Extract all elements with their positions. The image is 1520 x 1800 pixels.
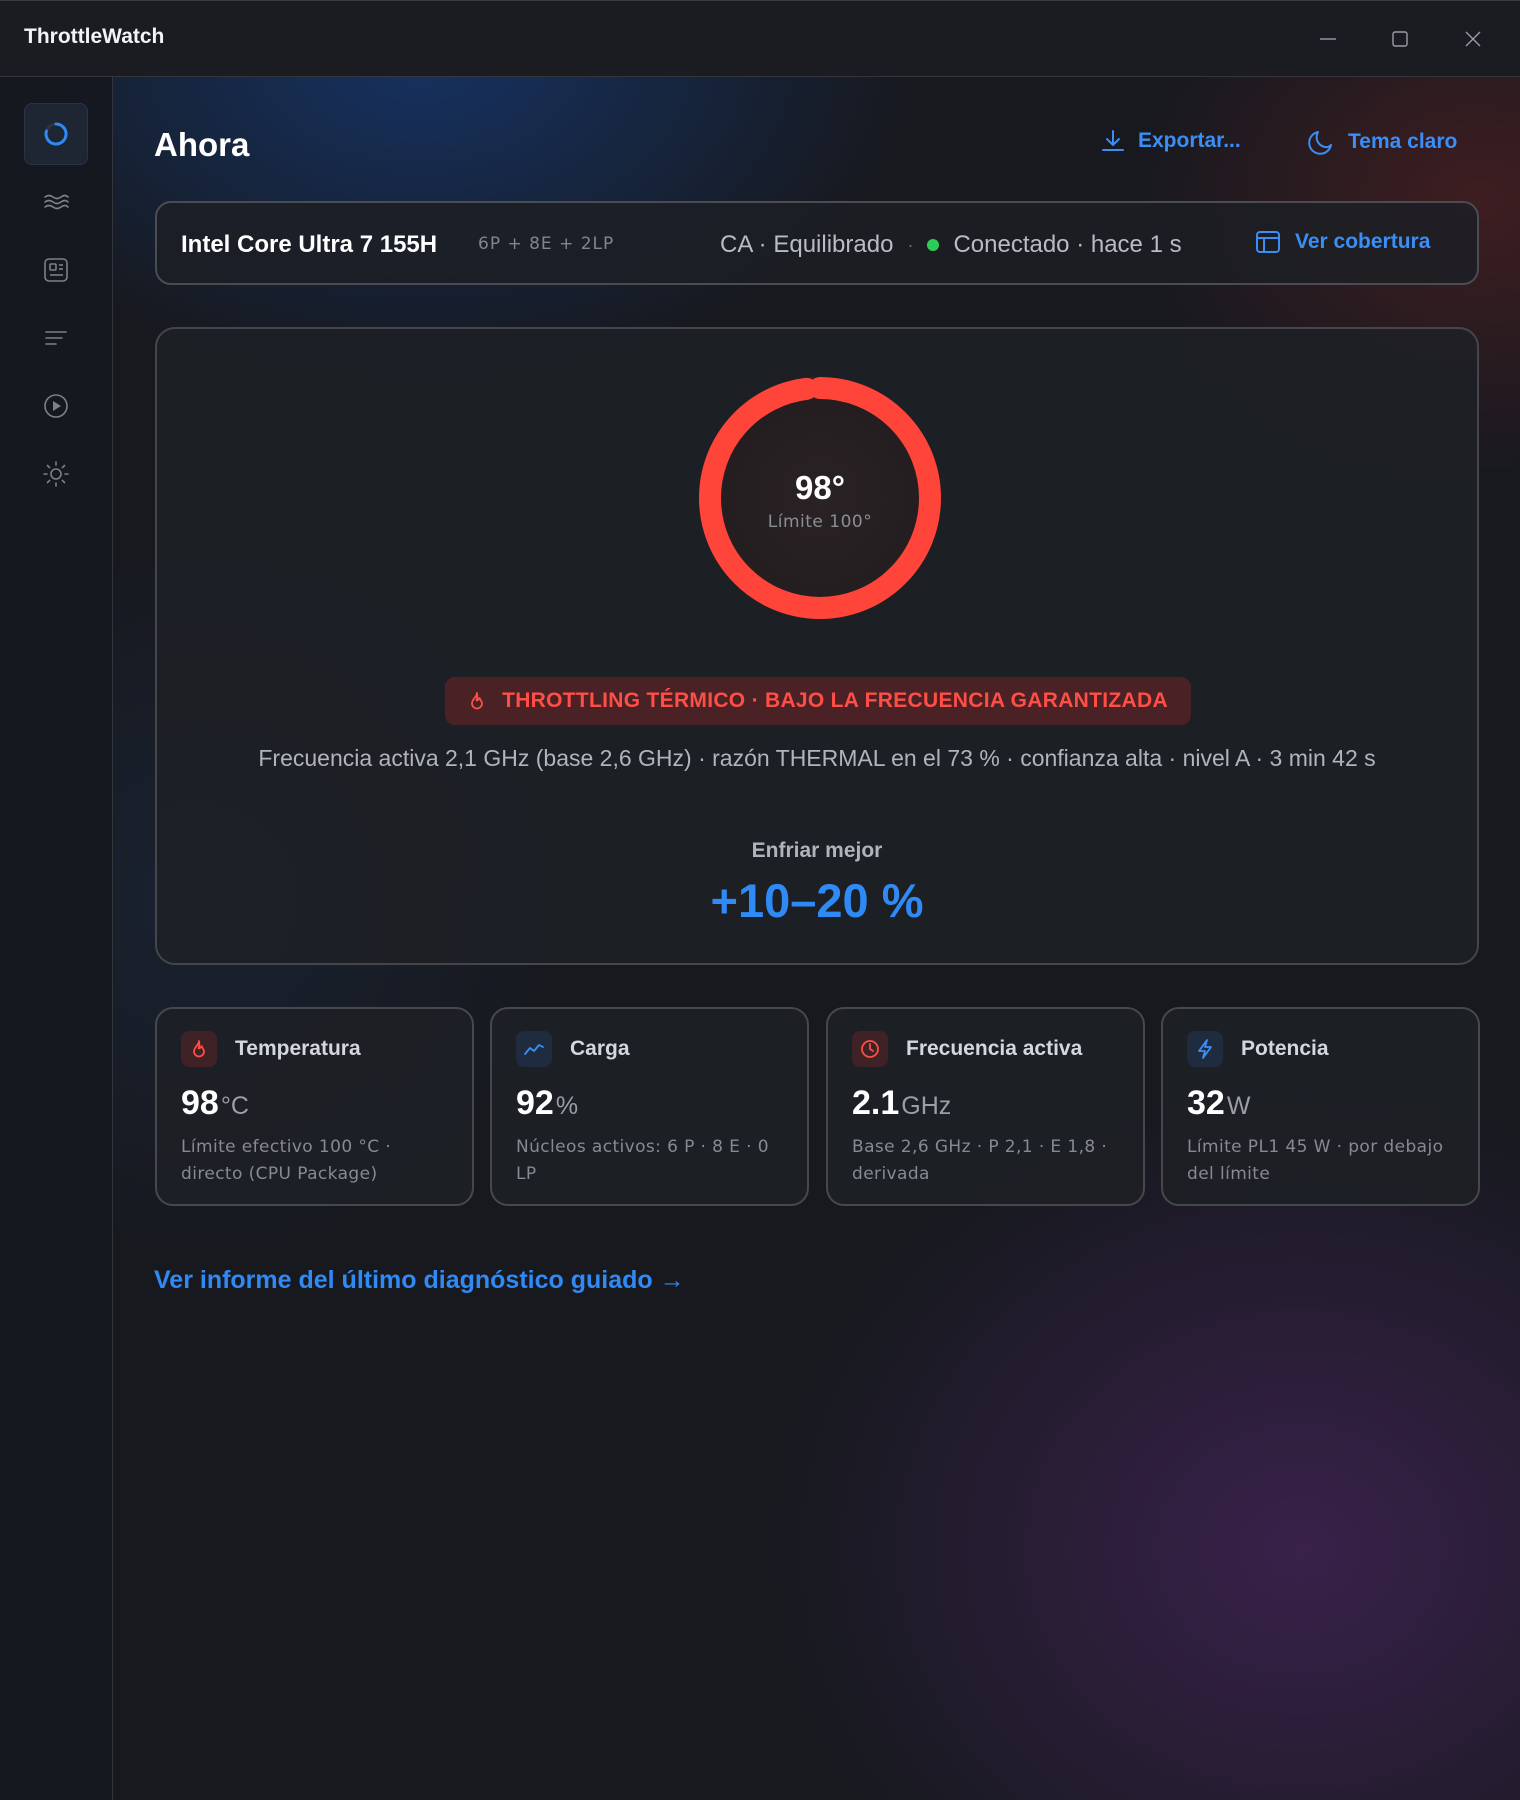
card-title: Carga bbox=[570, 1037, 630, 1060]
list-icon bbox=[45, 331, 67, 345]
activity-ring-icon bbox=[44, 122, 68, 146]
card-value: 98°C bbox=[181, 1084, 249, 1123]
sidebar bbox=[0, 77, 113, 1800]
settings-sun-icon bbox=[43, 461, 69, 487]
app-window: ThrottleWatch Ahora Exportar... Tema cla… bbox=[0, 0, 1520, 1800]
power-profile: CA · Equilibrado bbox=[720, 231, 894, 258]
flame-icon bbox=[471, 692, 483, 710]
close-icon bbox=[1465, 31, 1481, 47]
card-icon-container bbox=[1187, 1031, 1223, 1067]
card-value-number: 2.1 bbox=[852, 1084, 900, 1122]
card-value: 92% bbox=[516, 1084, 578, 1123]
card-title: Temperatura bbox=[235, 1037, 361, 1060]
card-icon-container bbox=[181, 1031, 217, 1067]
app-title: ThrottleWatch bbox=[24, 25, 165, 48]
sidebar-item-dashboard[interactable] bbox=[24, 239, 88, 301]
card-description: Núcleos activos: 6 P · 8 E · 0 LP bbox=[516, 1137, 769, 1184]
theme-toggle-button[interactable]: Tema claro bbox=[1308, 128, 1457, 156]
clock-icon bbox=[861, 1040, 879, 1058]
card-description: Límite efectivo 100 °C · directo (CPU Pa… bbox=[181, 1137, 392, 1184]
temperature-gauge: 98° Límite 100° bbox=[697, 375, 943, 621]
sidebar-item-list[interactable] bbox=[24, 307, 88, 369]
card-title: Potencia bbox=[1241, 1037, 1329, 1060]
sidebar-item-play[interactable] bbox=[24, 375, 88, 437]
last-diagnostic-report-link[interactable]: Ver informe del último diagnóstico guiad… bbox=[154, 1266, 685, 1295]
sidebar-item-settings[interactable] bbox=[24, 443, 88, 505]
card-value: 32W bbox=[1187, 1084, 1250, 1123]
card-description: Base 2,6 GHz · P 2,1 · E 1,8 · derivada bbox=[852, 1137, 1108, 1184]
metric-card-power: Potencia 32W Límite PL1 45 W · por debaj… bbox=[1161, 1007, 1480, 1206]
cpu-name: Intel Core Ultra 7 155H bbox=[181, 231, 438, 258]
trend-icon bbox=[524, 1044, 544, 1055]
metric-card-temperature: Temperatura 98°C Límite efectivo 100 °C … bbox=[155, 1007, 474, 1206]
metric-card-frequency: Frecuencia activa 2.1GHz Base 2,6 GHz · … bbox=[826, 1007, 1145, 1206]
connection-status-dot bbox=[927, 239, 940, 251]
waves-icon bbox=[44, 194, 69, 210]
throttling-detail: Frecuencia activa 2,1 GHz (base 2,6 GHz)… bbox=[258, 745, 1376, 771]
card-value-number: 32 bbox=[1187, 1084, 1225, 1122]
cooling-label: Enfriar mejor bbox=[751, 839, 883, 862]
layout-icon bbox=[1256, 231, 1280, 253]
card-value-number: 92 bbox=[516, 1084, 554, 1122]
card-value: 2.1GHz bbox=[852, 1084, 951, 1123]
title-bar: ThrottleWatch bbox=[0, 0, 1520, 77]
card-icon-container bbox=[852, 1031, 888, 1067]
coverage-label: Ver cobertura bbox=[1295, 230, 1431, 253]
minimize-icon bbox=[1320, 38, 1336, 40]
maximize-icon bbox=[1392, 31, 1408, 47]
connection-status: Conectado · hace 1 s bbox=[953, 231, 1182, 258]
page-title: Ahora bbox=[154, 126, 250, 163]
play-circle-icon bbox=[44, 394, 68, 418]
cpu-cores: 6P + 8E + 2LP bbox=[478, 234, 615, 254]
moon-icon bbox=[1308, 131, 1332, 155]
thermal-status-card: 98° Límite 100° THROTTLING TÉRMICO · BAJ… bbox=[155, 327, 1479, 965]
card-unit: °C bbox=[220, 1092, 249, 1120]
cpu-status: CA · Equilibrado · Conectado · hace 1 s bbox=[720, 231, 1182, 259]
metric-card-load: Carga 92% Núcleos activos: 6 P · 8 E · 0… bbox=[490, 1007, 809, 1206]
flame-icon bbox=[193, 1040, 205, 1058]
cpu-info-bar: Intel Core Ultra 7 155H 6P + 8E + 2LP CA… bbox=[155, 201, 1479, 285]
card-unit: % bbox=[555, 1092, 579, 1120]
card-title: Frecuencia activa bbox=[906, 1037, 1083, 1060]
close-button[interactable] bbox=[1453, 21, 1493, 57]
card-value-number: 98 bbox=[181, 1084, 219, 1122]
gauge-limit: Límite 100° bbox=[767, 512, 873, 532]
bolt-icon bbox=[1198, 1039, 1212, 1059]
throttling-status-text: THROTTLING TÉRMICO · BAJO LA FRECUENCIA … bbox=[502, 689, 1168, 712]
card-unit: GHz bbox=[901, 1092, 952, 1120]
download-icon bbox=[1102, 130, 1124, 151]
gauge-value: 98° bbox=[795, 469, 845, 506]
sidebar-item-history[interactable] bbox=[24, 171, 88, 233]
separator: · bbox=[907, 234, 914, 255]
theme-label: Tema claro bbox=[1348, 130, 1458, 153]
card-description: Límite PL1 45 W · por debajo del límite bbox=[1187, 1137, 1444, 1184]
sidebar-item-now[interactable] bbox=[24, 103, 88, 165]
card-unit: W bbox=[1226, 1092, 1251, 1120]
view-coverage-button[interactable]: Ver cobertura bbox=[1255, 229, 1430, 255]
minimize-button[interactable] bbox=[1308, 21, 1348, 57]
export-button[interactable]: Exportar... bbox=[1100, 128, 1241, 154]
cooling-gain-value: +10–20 % bbox=[710, 874, 924, 927]
throttling-status-badge: THROTTLING TÉRMICO · BAJO LA FRECUENCIA … bbox=[445, 677, 1191, 725]
maximize-button[interactable] bbox=[1380, 21, 1420, 57]
card-icon-container bbox=[516, 1031, 552, 1067]
dashboard-icon bbox=[44, 258, 68, 282]
export-label: Exportar... bbox=[1138, 129, 1241, 152]
